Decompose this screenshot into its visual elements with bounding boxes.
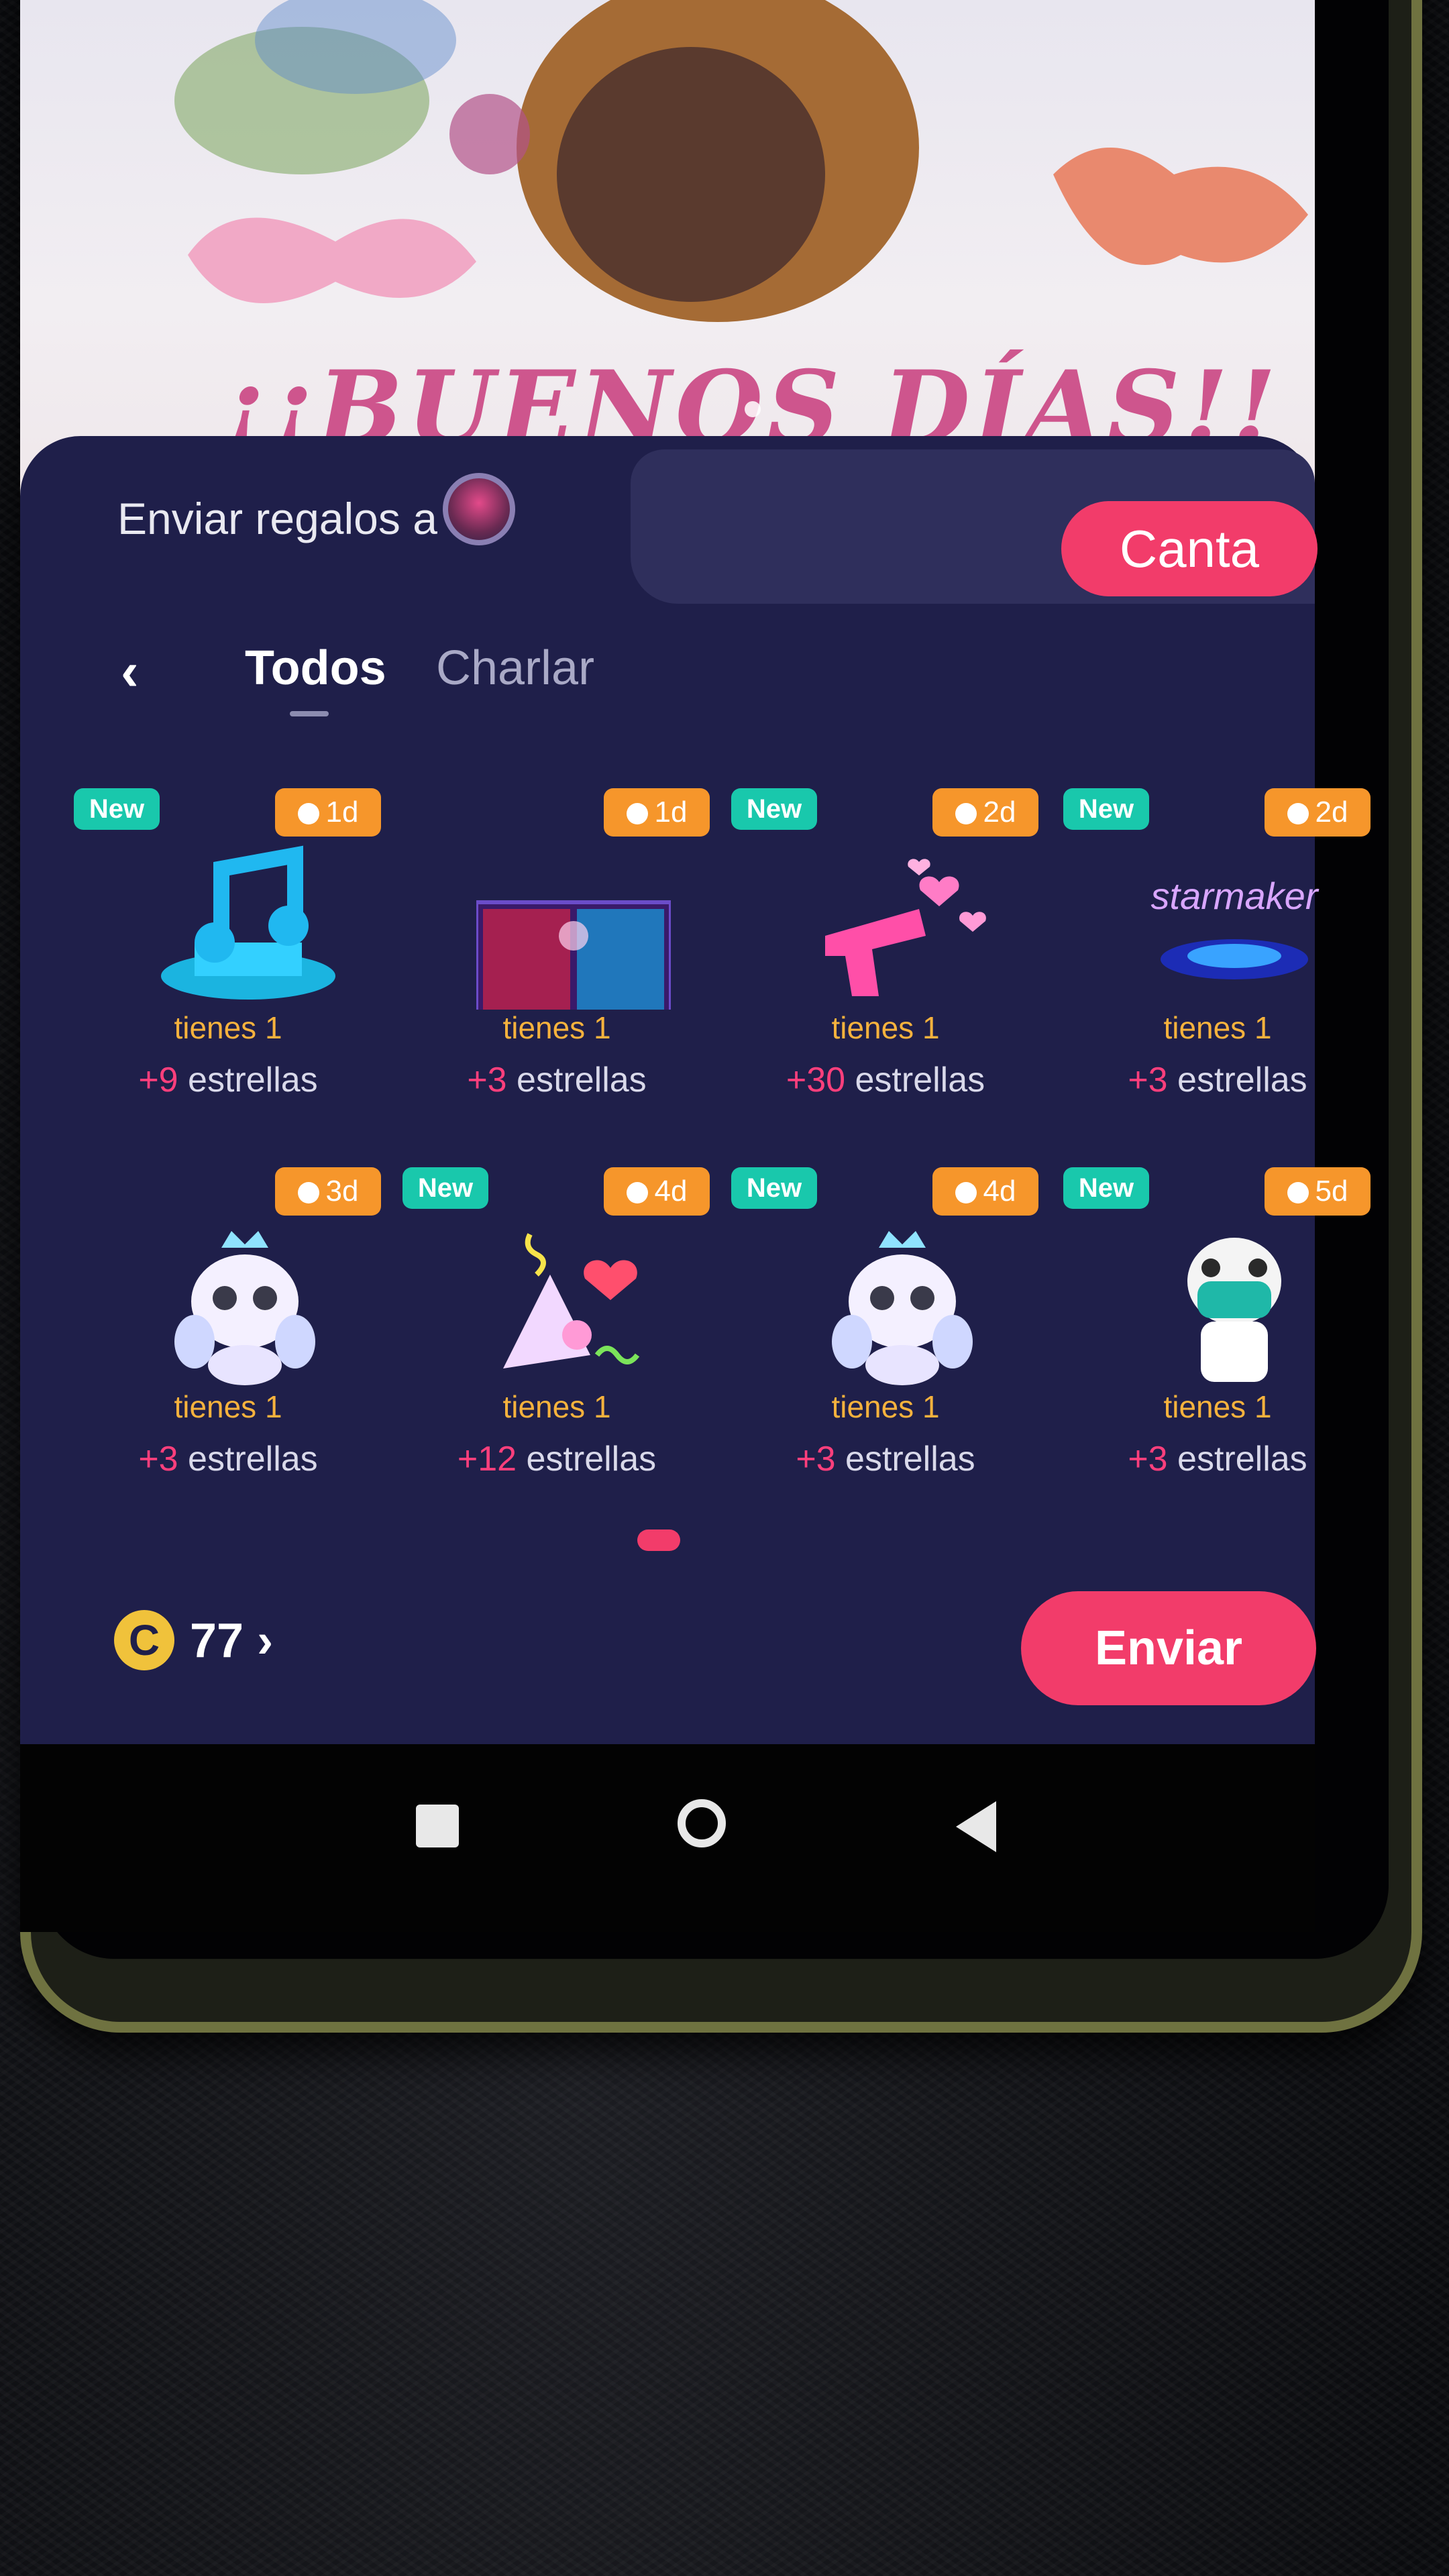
gift-item-5[interactable]: 3d tienes 1 +3 estrellas bbox=[74, 1167, 396, 1543]
gift-stars-value: +3 estrellas bbox=[467, 1061, 647, 1099]
active-tab-indicator bbox=[290, 711, 329, 716]
party-gift-icon bbox=[503, 1233, 640, 1368]
expiry-badge: 1d bbox=[275, 788, 381, 837]
gift-item-8[interactable]: New 5d tienes 1 +3 estrellas bbox=[1063, 1167, 1385, 1543]
svg-text:starmaker: starmaker bbox=[1151, 875, 1320, 917]
new-badge: New bbox=[402, 1167, 488, 1209]
clock-icon bbox=[955, 803, 977, 824]
gift-stars-value: +30 estrellas bbox=[786, 1061, 985, 1099]
wallpaper-dot-indicator bbox=[745, 401, 761, 417]
gift-stars-value: +3 estrellas bbox=[796, 1440, 975, 1479]
send-gifts-to-label: Enviar regalos a bbox=[117, 494, 437, 543]
back-triangle-icon[interactable] bbox=[956, 1801, 996, 1852]
coin-balance-link[interactable]: 77 › bbox=[190, 1613, 273, 1668]
gift-item-6[interactable]: New 4d tienes 1 +12 estrellas bbox=[402, 1167, 724, 1543]
expiry-badge: 2d bbox=[932, 788, 1038, 837]
clock-icon bbox=[1287, 803, 1309, 824]
coin-icon: C bbox=[114, 1610, 174, 1670]
expiry-badge: 1d bbox=[604, 788, 710, 837]
gift-owned-count: tienes 1 bbox=[174, 1389, 282, 1424]
clock-icon bbox=[955, 1182, 977, 1203]
gift-stars-value: +3 estrellas bbox=[1128, 1061, 1307, 1099]
heart-gun-gift-icon bbox=[825, 859, 986, 996]
new-badge: New bbox=[731, 1167, 817, 1209]
gift-owned-count: tienes 1 bbox=[831, 1389, 940, 1424]
gift-stars-value: +3 estrellas bbox=[138, 1440, 318, 1479]
home-icon[interactable] bbox=[678, 1799, 726, 1847]
gift-owned-count: tienes 1 bbox=[831, 1010, 940, 1045]
panda-angel-gift-icon bbox=[174, 1231, 315, 1385]
new-badge: New bbox=[74, 788, 160, 830]
clock-icon bbox=[297, 1182, 319, 1203]
expiry-badge: 4d bbox=[932, 1167, 1038, 1216]
clock-icon bbox=[626, 1182, 648, 1203]
clock-icon bbox=[626, 803, 648, 824]
panda-doctor-gift-icon bbox=[1187, 1238, 1281, 1382]
new-badge: New bbox=[1063, 1167, 1149, 1209]
back-chevron-icon[interactable]: ‹ bbox=[121, 641, 139, 702]
stream-wallpaper-image: ¡¡BUENOS DÍAS!! bbox=[20, 0, 1315, 510]
system-nav-bar bbox=[20, 1744, 1315, 1932]
new-badge: New bbox=[731, 788, 817, 830]
gift-owned-count: tienes 1 bbox=[174, 1010, 282, 1045]
gift-owned-count: tienes 1 bbox=[1163, 1389, 1272, 1424]
gift-stars-value: +3 estrellas bbox=[1128, 1440, 1307, 1479]
gift-item-7[interactable]: New 4d tienes 1 +3 estrellas bbox=[731, 1167, 1053, 1543]
clock-icon bbox=[1287, 1182, 1309, 1203]
new-badge: New bbox=[1063, 788, 1149, 830]
expiry-badge: 5d bbox=[1265, 1167, 1371, 1216]
gift-stars-value: +9 estrellas bbox=[138, 1061, 318, 1099]
send-gift-button[interactable]: Enviar bbox=[1021, 1591, 1316, 1705]
gift-owned-count: tienes 1 bbox=[502, 1389, 611, 1424]
expiry-badge: 2d bbox=[1265, 788, 1371, 837]
music-note-gift-icon bbox=[161, 845, 335, 1000]
gift-item-4[interactable]: New 2d starmaker tienes 1 +3 estrellas bbox=[1063, 788, 1385, 1164]
gift-item-3[interactable]: New 2d tienes 1 +30 estrellas bbox=[731, 788, 1053, 1164]
tab-todos[interactable]: Todos bbox=[245, 641, 386, 696]
expiry-badge: 4d bbox=[604, 1167, 710, 1216]
page-indicator-dot bbox=[637, 1529, 680, 1551]
panda-angel-gift-icon bbox=[832, 1231, 973, 1385]
recipient-avatar[interactable] bbox=[443, 473, 515, 545]
gift-item-1[interactable]: New 1d tienes 1 +9 estrellas bbox=[74, 788, 396, 1164]
clock-icon bbox=[297, 803, 319, 824]
gift-stars-value: +12 estrellas bbox=[457, 1440, 657, 1479]
tab-charlar[interactable]: Charlar bbox=[436, 641, 594, 696]
expiry-badge: 3d bbox=[275, 1167, 381, 1216]
canta-button[interactable]: Canta bbox=[1061, 501, 1318, 596]
gift-owned-count: tienes 1 bbox=[502, 1010, 611, 1045]
gift-item-2[interactable]: 1d tienes 1 +3 estrellas bbox=[402, 788, 724, 1164]
stage-gift-icon bbox=[476, 900, 671, 1010]
gift-owned-count: tienes 1 bbox=[1163, 1010, 1272, 1045]
recent-apps-icon[interactable] bbox=[416, 1805, 459, 1847]
starmaker-gift-icon: starmaker bbox=[1151, 875, 1320, 979]
